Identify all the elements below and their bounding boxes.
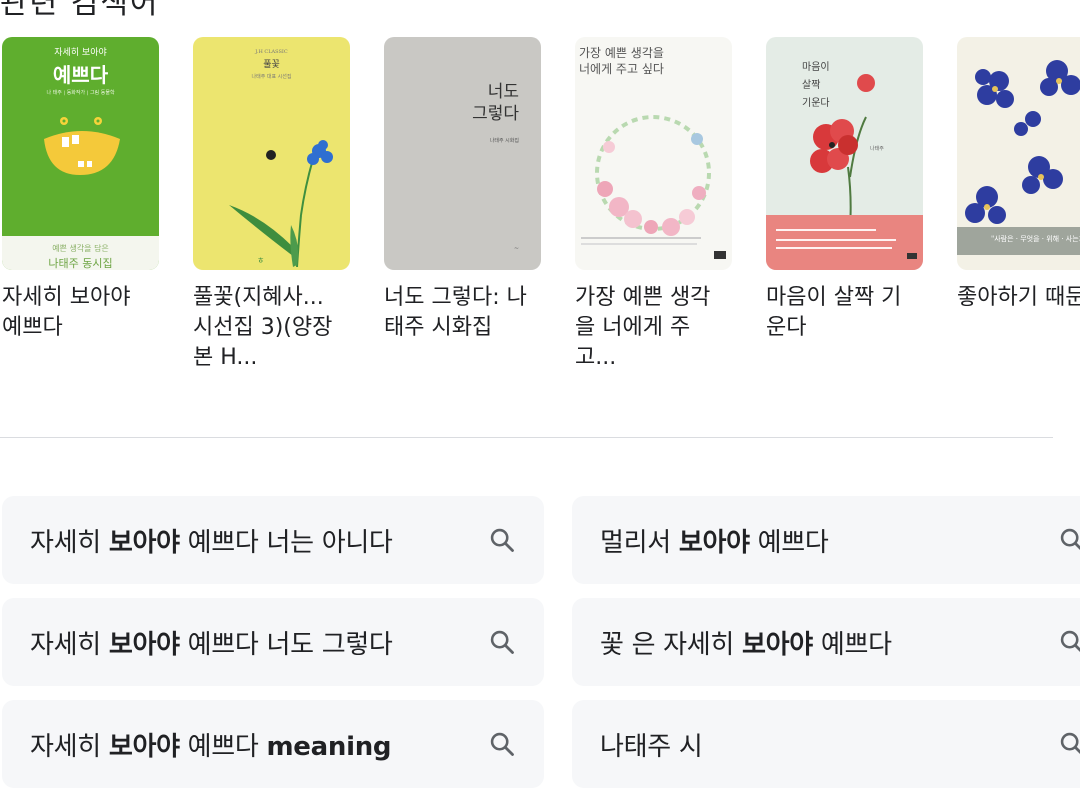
cover-band-text: "사람은 · 무엇을 · 위해 · 사는가" <box>991 235 1080 243</box>
book-title[interactable]: 마음이 살짝 기 운다 <box>766 283 923 343</box>
book-card[interactable]: 자세히 보아야 예쁘다 나 태주 | 동화작가 | 그림 동물학 예쁜 생각을 … <box>2 37 159 343</box>
suggestion-text: 자세히 보아야 예쁘다 너는 아니다 <box>30 527 393 558</box>
publisher-logo: ㅎ <box>257 256 265 265</box>
book-carousel[interactable]: 자세히 보아야 예쁘다 나 태주 | 동화작가 | 그림 동물학 예쁜 생각을 … <box>0 37 1080 397</box>
cover-big-title: 예쁘다 <box>52 63 109 87</box>
cover-small-title: 자세히 보아야 <box>54 48 107 58</box>
search-icon <box>1060 732 1080 754</box>
cover-credits: 나태주 대표 시선집 <box>251 74 292 80</box>
section-divider <box>0 437 1053 438</box>
book-card[interactable]: J.H CLASSIC 풀꽃 나태주 대표 시선집 ㅎ 풀꽃(지혜사... 시선… <box>193 37 350 373</box>
book-title[interactable]: 풀꽃(지혜사... 시선집 3)(양장 본 H... <box>193 283 350 373</box>
book-cover[interactable]: 가장 예쁜 생각을 너에게 주고 싶다 <box>575 37 732 270</box>
suggestion-text: 자세히 보아야 예쁘다 meaning <box>30 731 392 762</box>
smiling-face-illustration <box>44 117 120 175</box>
flower-wreath-illustration <box>595 115 711 236</box>
book-title[interactable]: 자세히 보아야 예쁘다 <box>2 283 159 343</box>
cover-footer-line1: 예쁜 생각을 담은 <box>52 244 109 253</box>
suggestion-text: 나태주 시 <box>600 731 703 762</box>
search-icon <box>490 630 514 654</box>
book-cover[interactable]: 마음이 살짝 기운다 나태주 <box>766 37 923 270</box>
book-cover[interactable]: 자세히 보아야 예쁘다 나 태주 | 동화작가 | 그림 동물학 예쁜 생각을 … <box>2 37 159 270</box>
related-search-chip[interactable]: 자세히 보아야 예쁘다 meaning <box>2 700 544 788</box>
search-icon <box>490 732 514 756</box>
search-icon <box>490 528 514 552</box>
search-icon <box>1060 528 1080 550</box>
related-search-chip[interactable]: 꽃 은 자세히 보아야 예쁘다 <box>572 598 1080 686</box>
book-cover[interactable]: "사람은 · 무엇을 · 위해 · 사는가" <box>957 37 1080 270</box>
related-search-chip[interactable]: 나태주 시 <box>572 700 1080 788</box>
cover-band <box>766 215 923 270</box>
cover-big-title: 너도 그렇다 <box>472 82 519 124</box>
book-title[interactable]: 너도 그렇다: 나 태주 시화집 <box>384 283 541 343</box>
book-title[interactable]: 가장 예쁜 생각 을 너에게 주 고... <box>575 283 732 373</box>
related-search-chip[interactable]: 자세히 보아야 예쁘다 너는 아니다 <box>2 496 544 584</box>
related-search-chip[interactable]: 멀리서 보아야 예쁘다 <box>572 496 1080 584</box>
book-card[interactable]: 가장 예쁜 생각을 너에게 주고 싶다 가장 예쁜 생각 을 너에게 주 고..… <box>575 37 732 373</box>
cover-big-title: 가장 예쁜 생각을 너에게 주고 싶다 <box>579 46 664 76</box>
book-card[interactable]: "사람은 · 무엇을 · 위해 · 사는가" 좋아하기 때문 <box>957 37 1080 313</box>
section-title: 관련 검색어 <box>0 0 160 21</box>
blue-flower-illustration <box>229 140 333 267</box>
book-cover[interactable]: J.H CLASSIC 풀꽃 나태주 대표 시선집 ㅎ <box>193 37 350 270</box>
cover-credits: 나태주 시화집 <box>489 138 519 144</box>
cover-footer-line2: 나태주 동시집 <box>48 257 113 270</box>
publisher-logo: ~ <box>513 245 519 252</box>
book-cover[interactable]: 너도 그렇다 나태주 시화집 ~ <box>384 37 541 270</box>
suggestion-text: 자세히 보아야 예쁘다 너도 그렇다 <box>30 629 393 660</box>
suggestion-text: 멀리서 보아야 예쁘다 <box>600 527 829 558</box>
book-card[interactable]: 마음이 살짝 기운다 나태주 마음이 살짝 기 운다 <box>766 37 923 343</box>
poppy-illustration <box>810 74 875 217</box>
suggestion-text: 꽃 은 자세히 보아야 예쁘다 <box>600 629 892 660</box>
blue-flowers-illustration <box>965 60 1080 224</box>
cover-small-title: J.H CLASSIC <box>255 49 288 55</box>
book-card[interactable]: 너도 그렇다 나태주 시화집 ~ 너도 그렇다: 나 태주 시화집 <box>384 37 541 343</box>
related-search-chip[interactable]: 자세히 보아야 예쁘다 너도 그렇다 <box>2 598 544 686</box>
search-icon <box>1060 630 1080 652</box>
cover-credits: 나 태주 | 동화작가 | 그림 동물학 <box>46 90 115 96</box>
publisher-logo <box>714 251 726 259</box>
book-title[interactable]: 좋아하기 때문 <box>957 283 1080 313</box>
cover-big-title: 풀꽃 <box>263 60 280 70</box>
publisher-logo <box>907 253 917 259</box>
